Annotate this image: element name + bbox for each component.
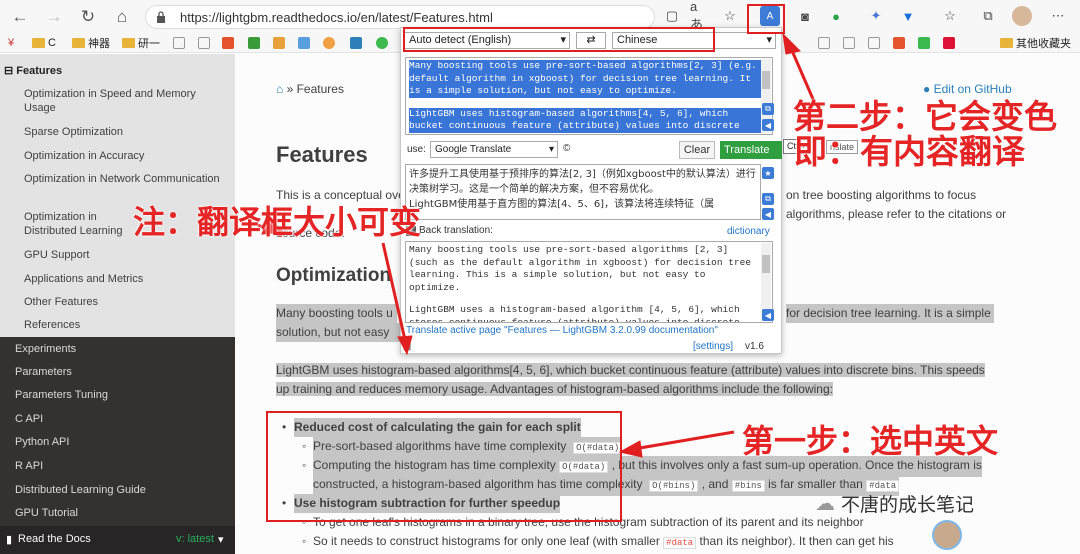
watermark-avatar [932, 520, 962, 550]
wechat-icon: ☁ [815, 493, 835, 515]
watermark: ☁ 不唐的成长笔记 [815, 493, 975, 516]
note-annotation: 注：翻译框大小可变 [133, 203, 422, 241]
annotation-arrows [257, 32, 818, 458]
step-one-annotation: 第一步：选中英文 [742, 422, 999, 460]
step-two-subannotation: 即：有内容翻译 [794, 132, 1025, 171]
